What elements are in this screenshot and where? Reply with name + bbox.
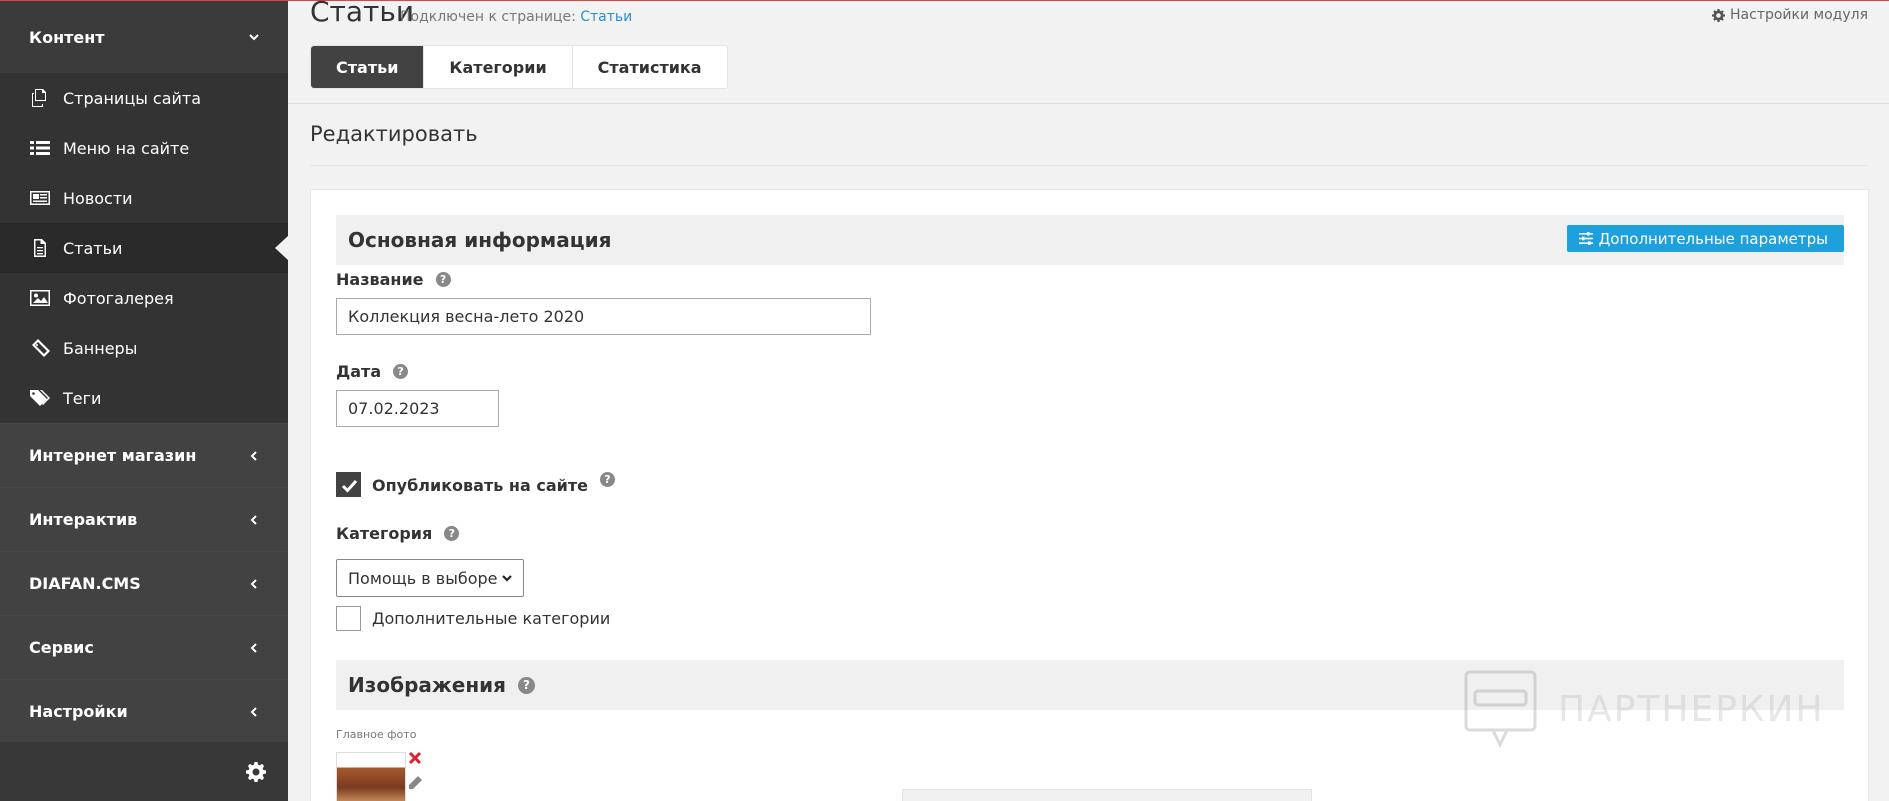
list-icon xyxy=(29,139,51,157)
pencil-icon[interactable] xyxy=(408,775,423,790)
gear-icon xyxy=(1712,8,1726,22)
chevron-left-icon xyxy=(248,578,260,590)
chevron-left-icon xyxy=(248,450,260,462)
section-title: Изображения xyxy=(348,673,507,697)
sidebar-item-articles[interactable]: Статьи xyxy=(0,223,288,273)
sidebar-section-label: Интернет магазин xyxy=(29,446,197,465)
sidebar-item-label: Страницы сайта xyxy=(63,88,202,108)
sidebar-item-pages[interactable]: Страницы сайта xyxy=(0,73,288,123)
sidebar-section-shop[interactable]: Интернет магазин xyxy=(0,423,288,487)
category-select[interactable]: Помощь в выборе xyxy=(336,559,524,597)
sidebar-item-news[interactable]: Новости xyxy=(0,173,288,223)
help-icon[interactable]: ? xyxy=(599,472,615,487)
linked-prefix: Подключен к странице: xyxy=(400,9,576,25)
sidebar-section-label: Интерактив xyxy=(29,510,138,529)
help-icon[interactable]: ? xyxy=(435,272,451,287)
help-icon[interactable]: ? xyxy=(393,364,409,379)
category-label: Категория ? xyxy=(336,524,460,543)
sidebar-footer xyxy=(0,742,288,801)
sidebar-section-label: DIAFAN.CMS xyxy=(29,574,141,593)
chevron-left-icon xyxy=(248,514,260,526)
sidebar-item-label: Статьи xyxy=(63,238,123,258)
ticket-icon xyxy=(29,339,51,357)
sidebar-section-label: Настройки xyxy=(29,702,128,721)
watermark-text: ПАРТНЕРКИН xyxy=(1558,688,1825,730)
sidebar-item-menu[interactable]: Меню на сайте xyxy=(0,123,288,173)
publish-label-text: Опубликовать на сайте xyxy=(372,476,588,495)
help-icon[interactable]: ? xyxy=(518,676,536,694)
sidebar-item-gallery[interactable]: Фотогалерея xyxy=(0,273,288,323)
chevron-down-icon xyxy=(248,31,260,43)
name-input[interactable]: Коллекция весна-лето 2020 xyxy=(336,298,871,335)
newspaper-icon xyxy=(29,189,51,207)
tab-articles[interactable]: Статьи xyxy=(311,46,425,88)
sidebar-item-label: Фотогалерея xyxy=(63,288,174,308)
extra-params-label: Дополнительные параметры xyxy=(1598,229,1828,248)
date-label-text: Дата xyxy=(336,362,382,381)
module-settings-label: Настройки модуля xyxy=(1730,7,1868,23)
sidebar: Контент Страницы сайта Меню на сайте Нов… xyxy=(0,1,288,801)
sidebar-item-label: Новости xyxy=(63,188,133,208)
pages-icon xyxy=(29,89,51,107)
date-input[interactable]: 07.02.2023 xyxy=(336,390,499,427)
extra-categories-checkbox[interactable] xyxy=(336,606,361,631)
name-label: Название ? xyxy=(336,270,451,289)
extra-categories-label: Дополнительные категории xyxy=(372,609,611,628)
module-settings-link[interactable]: Настройки модуля xyxy=(1712,7,1868,23)
tab-bar: Статьи Категории Статистика xyxy=(310,45,728,89)
sidebar-section-settings[interactable]: Настройки xyxy=(0,679,288,743)
publish-checkbox[interactable] xyxy=(336,472,361,497)
document-icon xyxy=(29,239,51,257)
sidebar-section-content[interactable]: Контент xyxy=(0,1,288,73)
linked-page-link[interactable]: Статьи xyxy=(580,9,632,25)
gear-icon[interactable] xyxy=(246,762,266,782)
divider xyxy=(310,165,1868,166)
sidebar-item-tags[interactable]: Теги xyxy=(0,373,288,423)
tab-categories[interactable]: Категории xyxy=(424,46,573,88)
sidebar-section-service[interactable]: Сервис xyxy=(0,615,288,679)
edit-heading: Редактировать xyxy=(310,122,478,146)
chevron-left-icon xyxy=(248,706,260,718)
chevron-left-icon xyxy=(248,642,260,654)
sidebar-section-diafan[interactable]: DIAFAN.CMS xyxy=(0,551,288,615)
upload-area[interactable] xyxy=(902,789,1312,801)
linked-page-info: Подключен к странице: Статьи xyxy=(400,9,632,25)
sidebar-section-label: Сервис xyxy=(29,638,94,657)
category-selected-value: Помощь в выборе xyxy=(348,568,498,588)
help-icon[interactable]: ? xyxy=(444,526,460,541)
logo-icon xyxy=(1464,670,1537,749)
page-title: Статьи xyxy=(310,0,415,28)
publish-label: Опубликовать на сайте ? xyxy=(372,472,615,498)
section-title: Основная информация xyxy=(348,228,612,252)
watermark: ПАРТНЕРКИН xyxy=(1463,669,1824,749)
tags-icon xyxy=(29,389,51,407)
sidebar-item-label: Баннеры xyxy=(63,338,138,358)
chevron-down-icon xyxy=(502,575,512,582)
sidebar-item-banners[interactable]: Баннеры xyxy=(0,323,288,373)
page-header: Статьи Подключен к странице: Статьи Наст… xyxy=(288,0,1889,104)
sidebar-section-interactive[interactable]: Интерактив xyxy=(0,487,288,551)
image-icon xyxy=(29,289,51,307)
section-main-info: Основная информация Дополнительные парам… xyxy=(336,215,1844,265)
delete-icon[interactable] xyxy=(408,751,422,765)
tab-statistics[interactable]: Статистика xyxy=(573,46,727,88)
main-photo-thumbnail[interactable] xyxy=(336,752,406,801)
extra-params-button[interactable]: Дополнительные параметры xyxy=(1566,225,1844,252)
name-label-text: Название xyxy=(336,270,424,289)
sidebar-item-label: Теги xyxy=(63,388,102,408)
date-label: Дата ? xyxy=(336,362,409,381)
sidebar-section-label: Контент xyxy=(29,27,105,47)
checkmark-icon xyxy=(341,479,358,493)
sidebar-submenu: Страницы сайта Меню на сайте Новости Ста… xyxy=(0,73,288,423)
category-label-text: Категория xyxy=(336,524,433,543)
sliders-icon xyxy=(1578,232,1593,245)
main-photo-label: Главное фото xyxy=(336,728,417,741)
sidebar-item-label: Меню на сайте xyxy=(63,138,190,158)
